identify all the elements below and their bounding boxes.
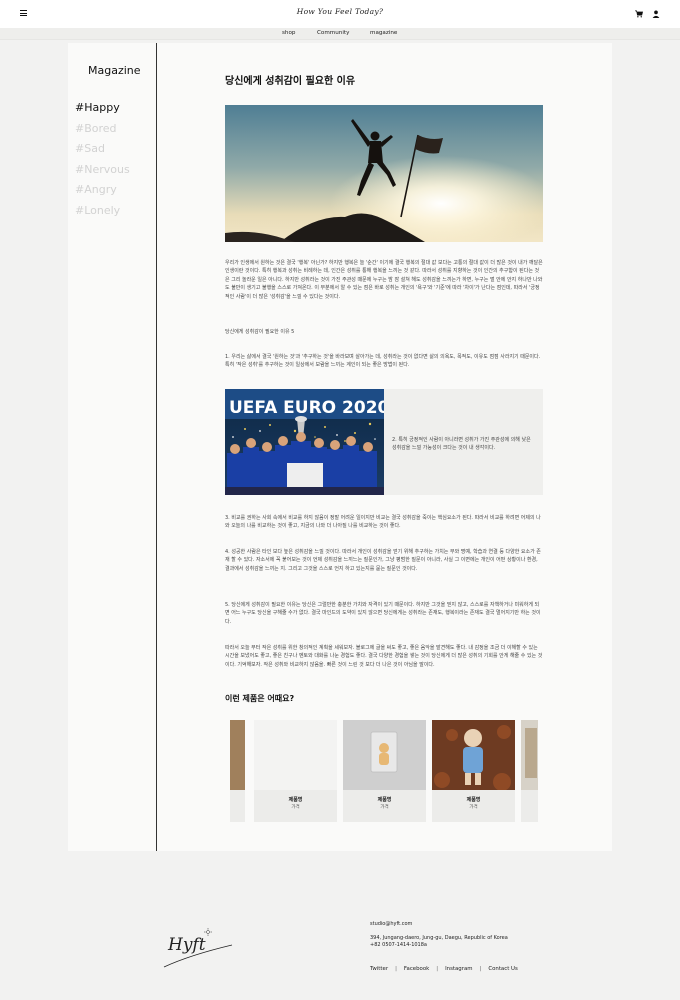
product-price: 가격 [380, 805, 389, 810]
product-carousel[interactable]: 제품명 가격 제품명 가격 제품명 가격 [230, 720, 538, 824]
tag-happy[interactable]: #Happy [75, 98, 130, 119]
product-image [432, 720, 515, 790]
article-point-5: 5. 당신에게 성취감이 필요한 이유는 당신은 그럴만한 충분한 가치와 자격… [225, 602, 541, 625]
sidebar-divider [156, 43, 157, 851]
footer-links: Twitter | Facebook | Instagram | Contact… [370, 966, 518, 972]
nav-community[interactable]: Community [317, 30, 349, 36]
product-price: 가격 [291, 805, 300, 810]
product-name: 제품명 [288, 797, 303, 803]
footer-logo: Hyft [163, 928, 233, 968]
product-name: 제품명 [377, 797, 392, 803]
user-icon[interactable] [652, 10, 660, 18]
product-card[interactable]: 제품명 가격 [343, 720, 426, 822]
footer-link-separator: | [479, 966, 482, 972]
footer-address: 394, Jungang-daero, Jung-gu, Daegu, Repu… [370, 935, 508, 949]
article-subheading: 당신에게 성취감이 필요한 이유 5 [225, 329, 295, 335]
product-price: 가격 [469, 805, 478, 810]
svg-text:Hyft: Hyft [167, 935, 206, 955]
footer-phone: +82 0507-1414-1018a [370, 942, 427, 948]
product-card-partial-left[interactable] [230, 720, 245, 822]
article-intro: 우리가 인생에서 원하는 것은 결국 '행복' 아닌가? 하지만 행복은 늘 '… [225, 260, 543, 300]
nav-magazine[interactable]: magazine [370, 30, 397, 36]
svg-text:UEFA EURO 2020: UEFA EURO 2020 [229, 398, 384, 418]
euro-2020-celebration-image: UEFA EURO 2020 [225, 389, 384, 495]
tag-nervous[interactable]: #Nervous [75, 160, 130, 181]
sidebar-title: Magazine [88, 64, 141, 77]
image-text-block: UEFA EURO 2020 2. 특히 긍정적인 사람이 아니라면 성취가 가… [225, 389, 543, 495]
footer-link-instagram[interactable]: Instagram [445, 966, 472, 972]
tag-angry[interactable]: #Angry [75, 180, 130, 201]
main-nav: shop Community magazine [0, 28, 680, 40]
recommend-title: 이런 제품은 어때요? [225, 694, 295, 703]
nav-shop[interactable]: shop [282, 30, 295, 36]
footer-address-line: 394, Jungang-daero, Jung-gu, Daegu, Repu… [370, 935, 508, 941]
tag-bored[interactable]: #Bored [75, 119, 130, 140]
article-conclusion: 따라서 오늘 부터 작은 성취를 위한 창의적인 계획을 세워보자. 블로그에 … [225, 645, 543, 668]
article-point-2: 2. 특히 긍정적인 사람이 아니라면 성취가 가진 주관성에 의해 낮은 성취… [392, 437, 531, 452]
article-point-3: 3. 비교를 권하는 사회 속에서 비교를 하지 않음이 정말 어려운 일이지만… [225, 515, 541, 530]
shopping-cart-icon[interactable] [635, 10, 643, 18]
footer-link-contact[interactable]: Contact Us [488, 966, 517, 972]
footer-link-separator: | [395, 966, 397, 972]
product-image [521, 720, 538, 790]
product-card[interactable]: 제품명 가격 [432, 720, 515, 822]
hero-image [225, 105, 543, 242]
product-name: 제품명 [466, 797, 481, 803]
article-title: 당신에게 성취감이 필요한 이유 [225, 76, 356, 87]
site-logo[interactable]: How You Feel Today? [0, 7, 680, 16]
product-image [254, 720, 337, 790]
mood-tag-list: #Happy #Bored #Sad #Nervous #Angry #Lone… [75, 98, 130, 221]
product-card[interactable]: 제품명 가격 [254, 720, 337, 822]
footer-link-twitter[interactable]: Twitter [370, 966, 388, 972]
footer-link-facebook[interactable]: Facebook [404, 966, 429, 972]
product-image [230, 720, 245, 790]
article-point-4: 4. 성공한 사람은 타인 보다 높은 성취감을 느낄 것이다. 따라서 개인이… [225, 549, 541, 572]
product-card-partial-right[interactable] [521, 720, 538, 822]
product-image [343, 720, 426, 790]
top-header: How You Feel Today? [0, 0, 680, 28]
tag-lonely[interactable]: #Lonely [75, 201, 130, 222]
article-point-1: 1. 우리는 삶에서 결국 '원하는 것'과 '추구하는 것'을 바라보며 살아… [225, 354, 541, 369]
footer-email[interactable]: studio@hyft.com [370, 921, 412, 927]
tag-sad[interactable]: #Sad [75, 139, 130, 160]
footer-link-separator: | [436, 966, 439, 972]
